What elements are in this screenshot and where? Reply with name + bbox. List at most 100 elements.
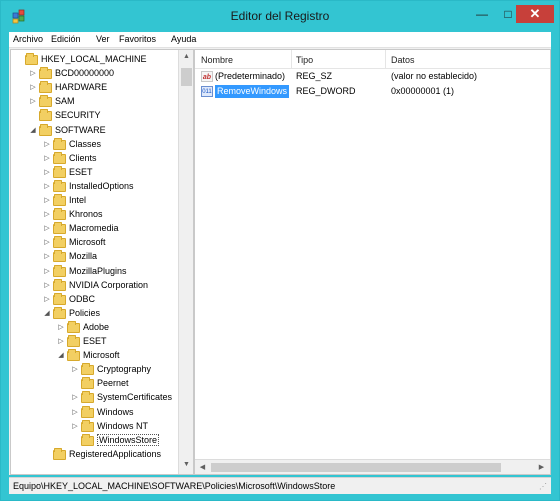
tree-item-label: MozillaPlugins bbox=[69, 265, 127, 276]
expand-arrow-icon[interactable]: ▷ bbox=[29, 83, 37, 91]
menu-ayuda[interactable]: Ayuda bbox=[171, 34, 196, 44]
tree-item[interactable]: ◢ Microsoft bbox=[11, 349, 176, 363]
scroll-down-arrow-icon[interactable]: ▼ bbox=[179, 461, 193, 468]
tree-item-label: ESET bbox=[69, 166, 93, 177]
tree-item[interactable]: ▷ Windows bbox=[11, 405, 176, 420]
expand-arrow-icon[interactable]: ▷ bbox=[71, 365, 79, 373]
tree-item[interactable]: ▷ InstalledOptions bbox=[11, 179, 176, 194]
tree-item[interactable]: ▷ ESET bbox=[11, 335, 176, 349]
column-divider[interactable] bbox=[291, 50, 292, 68]
expand-arrow-icon[interactable]: ▷ bbox=[71, 408, 79, 416]
values-list-pane[interactable]: Nombre Tipo Datos ◀ ▶ ab (Predeterminado)… bbox=[194, 49, 551, 475]
expand-arrow-icon[interactable]: ▷ bbox=[57, 337, 65, 345]
menu-archivo[interactable]: Archivo bbox=[13, 34, 43, 44]
menu-favoritos[interactable]: Favoritos bbox=[119, 34, 156, 44]
expand-arrow-icon[interactable]: ▷ bbox=[57, 323, 65, 331]
tree-item-label: BCD00000000 bbox=[55, 68, 115, 79]
tree-item-label: ODBC bbox=[69, 293, 96, 304]
tree-vertical-scrollbar[interactable]: ▲ ▼ bbox=[178, 50, 193, 474]
tree-item-label: Policies bbox=[69, 307, 101, 318]
expand-arrow-icon[interactable]: ▷ bbox=[43, 140, 51, 148]
expand-arrow-icon[interactable]: ▷ bbox=[43, 281, 51, 289]
tree-item[interactable]: ▷ Microsoft bbox=[11, 236, 176, 250]
folder-icon bbox=[81, 419, 94, 432]
tree-item[interactable]: ▷ ESET bbox=[11, 165, 176, 180]
expand-arrow-icon[interactable]: ▷ bbox=[43, 267, 51, 275]
binary-value-icon: 011 bbox=[201, 86, 213, 97]
tree-item-label: Mozilla bbox=[69, 251, 98, 262]
menu-edicion[interactable]: Edición bbox=[51, 34, 81, 44]
title-bar[interactable]: Editor del Registro — □ ✕ bbox=[1, 1, 559, 32]
values-scroll-thumb[interactable] bbox=[211, 463, 501, 472]
tree-item[interactable]: ◢ SOFTWARE bbox=[11, 123, 176, 138]
expand-arrow-icon[interactable]: ▷ bbox=[71, 393, 79, 401]
tree-item[interactable]: ▷ Windows NT bbox=[11, 419, 176, 434]
tree-scroll-thumb[interactable] bbox=[181, 68, 192, 86]
key-tree-pane[interactable]: ▲ ▼ HKEY_LOCAL_MACHINE ▷ BCD00000000 ▷ HARDW… bbox=[10, 49, 194, 475]
tree-item[interactable]: SECURITY bbox=[11, 109, 176, 123]
tree-item[interactable]: ▷ ODBC bbox=[11, 292, 176, 307]
tree-item[interactable]: ▷ SystemCertificates bbox=[11, 391, 176, 405]
tree-item-label: NVIDIA Corporation bbox=[69, 279, 149, 290]
expand-arrow-icon[interactable]: ▷ bbox=[43, 252, 51, 260]
tree-item[interactable]: WindowsStore bbox=[11, 433, 176, 448]
expand-arrow-icon[interactable]: ▷ bbox=[43, 168, 51, 176]
tree-item-label: SystemCertificates bbox=[97, 392, 173, 403]
tree-item[interactable]: ▷ SAM bbox=[11, 95, 176, 109]
tree-item[interactable]: RegisteredApplications bbox=[11, 447, 176, 462]
values-horizontal-scrollbar[interactable]: ◀ ▶ bbox=[195, 459, 550, 474]
tree-item[interactable]: ◢ Policies bbox=[11, 306, 176, 321]
tree-item-label: Windows bbox=[97, 406, 134, 417]
tree-item-label: Windows NT bbox=[97, 420, 149, 431]
tree-item[interactable]: Peernet bbox=[11, 377, 176, 391]
expand-arrow-icon[interactable]: ▷ bbox=[43, 238, 51, 246]
scroll-left-arrow-icon[interactable]: ◀ bbox=[195, 463, 210, 471]
folder-icon bbox=[67, 335, 80, 347]
column-header-name[interactable]: Nombre bbox=[201, 55, 233, 65]
resize-grip-icon[interactable]: ⋰ bbox=[539, 482, 549, 492]
values-list-header: Nombre Tipo Datos bbox=[195, 50, 550, 69]
tree-item[interactable]: ▷ HARDWARE bbox=[11, 81, 176, 95]
folder-icon bbox=[53, 208, 66, 221]
tree-item[interactable]: ▷ Adobe bbox=[11, 320, 176, 335]
expand-arrow-icon[interactable]: ▷ bbox=[29, 69, 37, 77]
tree-item[interactable]: ▷ Intel bbox=[11, 194, 176, 208]
collapse-arrow-icon[interactable]: ◢ bbox=[29, 126, 37, 134]
main-content: ▲ ▼ HKEY_LOCAL_MACHINE ▷ BCD00000000 ▷ HARDW… bbox=[9, 48, 551, 475]
value-row[interactable]: 011 RemoveWindows REG_DWORD 0x00000001 (1) bbox=[195, 85, 550, 99]
expand-arrow-icon[interactable]: ▷ bbox=[43, 196, 51, 204]
collapse-arrow-icon[interactable]: ◢ bbox=[57, 351, 65, 359]
tree-item[interactable]: ▷ BCD00000000 bbox=[11, 67, 176, 81]
scroll-right-arrow-icon[interactable]: ▶ bbox=[534, 463, 549, 471]
tree-item[interactable]: ▷ MozillaPlugins bbox=[11, 264, 176, 279]
expand-arrow-icon[interactable]: ▷ bbox=[29, 97, 37, 105]
column-header-data[interactable]: Datos bbox=[391, 55, 415, 65]
folder-icon bbox=[81, 363, 94, 376]
tree-item[interactable]: ▷ Cryptography bbox=[11, 363, 176, 377]
collapse-arrow-icon[interactable]: ◢ bbox=[43, 309, 51, 317]
close-button[interactable]: ✕ bbox=[516, 5, 554, 23]
scroll-up-arrow-icon[interactable]: ▲ bbox=[179, 53, 193, 60]
tree-item[interactable]: ▷ NVIDIA Corporation bbox=[11, 278, 176, 293]
expand-arrow-icon[interactable]: ▷ bbox=[43, 210, 51, 218]
tree-item[interactable]: ▷ Macromedia bbox=[11, 222, 176, 236]
folder-icon bbox=[81, 405, 94, 418]
column-header-type[interactable]: Tipo bbox=[296, 55, 313, 65]
tree-item[interactable]: HKEY_LOCAL_MACHINE bbox=[11, 53, 176, 67]
expand-arrow-icon[interactable]: ▷ bbox=[43, 182, 51, 190]
expand-arrow-icon[interactable]: ▷ bbox=[43, 154, 51, 162]
tree-item[interactable]: ▷ Mozilla bbox=[11, 250, 176, 264]
expand-arrow-icon[interactable]: ▷ bbox=[43, 224, 51, 232]
value-row[interactable]: ab (Predeterminado) REG_SZ (valor no establ… bbox=[195, 70, 550, 84]
tree-item[interactable]: ▷ Classes bbox=[11, 137, 176, 152]
expand-arrow-icon[interactable]: ▷ bbox=[71, 422, 79, 430]
folder-icon bbox=[39, 67, 52, 80]
menu-ver[interactable]: Ver bbox=[96, 34, 110, 44]
value-data: 0x00000001 (1) bbox=[391, 86, 455, 96]
column-divider[interactable] bbox=[385, 50, 386, 68]
tree-item[interactable]: ▷ Clients bbox=[11, 151, 176, 166]
tree-item[interactable]: ▷ Khronos bbox=[11, 208, 176, 222]
minimize-button[interactable]: — bbox=[469, 5, 495, 23]
expand-arrow-icon[interactable]: ▷ bbox=[43, 295, 51, 303]
folder-icon bbox=[81, 433, 94, 446]
